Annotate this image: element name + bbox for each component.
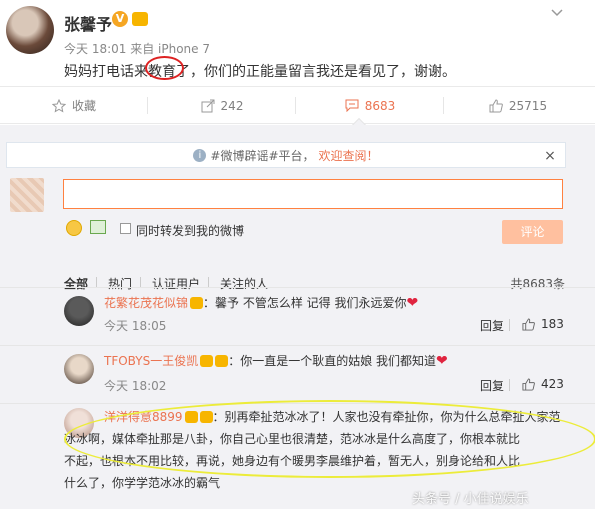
close-icon[interactable]: ×	[544, 148, 556, 164]
member-icon	[190, 297, 204, 309]
commenter-avatar[interactable]	[64, 296, 94, 326]
repost-count: 242	[220, 98, 244, 113]
author-name[interactable]: 张馨予	[64, 11, 112, 35]
comment-like-count: 183	[541, 317, 564, 331]
repost-checkbox[interactable]	[120, 223, 131, 234]
comment-text: 花繁花茂花似锦 ：馨予 不管怎么样 记得 我们永远爱你❤	[104, 294, 418, 311]
post-text: 妈妈打电话来教育了，你们的正能量留言我还是看见了，谢谢。	[64, 61, 456, 81]
post-text-after: ，你们的正能量留言我还是看见了，谢谢。	[190, 64, 456, 80]
thumbs-up-icon	[522, 377, 535, 391]
repost-button[interactable]: 242	[148, 87, 296, 124]
notice-link[interactable]: 欢迎查阅！	[319, 147, 379, 164]
comment-time: 今天 18:05	[104, 319, 167, 333]
thumbs-up-icon	[522, 317, 535, 331]
author-avatar[interactable]	[6, 6, 54, 54]
comment-body: ：馨予 不管怎么样 记得 我们永远爱你	[203, 296, 407, 310]
like-count: 25715	[508, 98, 548, 113]
like-button[interactable]: 25715	[444, 87, 592, 124]
comment-button[interactable]: 8683	[296, 87, 444, 124]
member-icon	[132, 12, 148, 26]
reply-button[interactable]: 回复	[480, 317, 504, 334]
comment-count: 8683	[364, 98, 396, 113]
commenter-name[interactable]: 花繁花茂花似锦	[104, 296, 188, 310]
reply-button[interactable]: 回复	[480, 377, 504, 394]
repost-label: 同时转发到我的微博	[136, 224, 245, 238]
commenter-avatar[interactable]	[64, 354, 94, 384]
red-circle-annotation	[145, 56, 184, 80]
image-icon[interactable]	[90, 220, 106, 234]
yellow-circle-annotation	[64, 400, 595, 478]
comment-like-button[interactable]: 423	[522, 377, 564, 391]
member-icon	[215, 355, 229, 367]
commenter-name[interactable]: TFOBYS一王俊凯	[104, 354, 198, 368]
share-icon	[201, 99, 215, 112]
list-item: 花繁花茂花似锦 ：馨予 不管怎么样 记得 我们永远爱你❤ 今天 18:05 回复 …	[0, 287, 595, 337]
comment-input[interactable]	[63, 179, 563, 209]
heart-icon: ❤	[436, 353, 448, 369]
favorite-button[interactable]: 收藏	[0, 87, 148, 124]
member-icon	[200, 355, 214, 367]
notice-tag[interactable]: #微博辟谣#平台，	[210, 147, 314, 164]
submit-comment-button[interactable]: 评论	[502, 220, 563, 244]
emoji-icon[interactable]	[66, 220, 82, 236]
rumor-notice: i #微博辟谣#平台， 欢迎查阅！	[6, 142, 566, 168]
action-bar: 收藏 242 8683 25715	[0, 86, 595, 124]
comment-like-count: 423	[541, 377, 564, 391]
watermark: 头条号 / 小佳说娱乐	[412, 492, 529, 507]
heart-icon: ❤	[406, 295, 419, 311]
comment-like-button[interactable]: 183	[522, 317, 564, 331]
my-avatar	[10, 178, 44, 212]
star-icon	[51, 98, 66, 113]
thumbs-up-icon	[489, 98, 503, 112]
weibo-post: 张馨予 V 今天 18:01 来自 iPhone 7 妈妈打电话来教育了，你们的…	[0, 0, 595, 86]
comment-icon	[345, 99, 359, 112]
comment-body: ：你一直是一个耿直的姑娘 我们都知道	[228, 354, 437, 368]
list-item: TFOBYS一王俊凯 ：你一直是一个耿直的姑娘 我们都知道❤ 今天 18:02 回…	[0, 345, 595, 399]
post-meta: 今天 18:01 来自 iPhone 7	[64, 42, 210, 56]
verified-icon: V	[112, 11, 128, 27]
chevron-down-icon[interactable]	[550, 6, 564, 20]
comment-text: TFOBYS一王俊凯 ：你一直是一个耿直的姑娘 我们都知道❤	[104, 352, 448, 369]
info-icon: i	[193, 148, 207, 162]
comment-time: 今天 18:02	[104, 379, 167, 393]
favorite-label: 收藏	[71, 99, 96, 113]
comment-body-line: 什么了，你学学范冰冰的霸气	[64, 476, 221, 490]
post-text-before: 妈妈打电话来	[64, 64, 148, 80]
